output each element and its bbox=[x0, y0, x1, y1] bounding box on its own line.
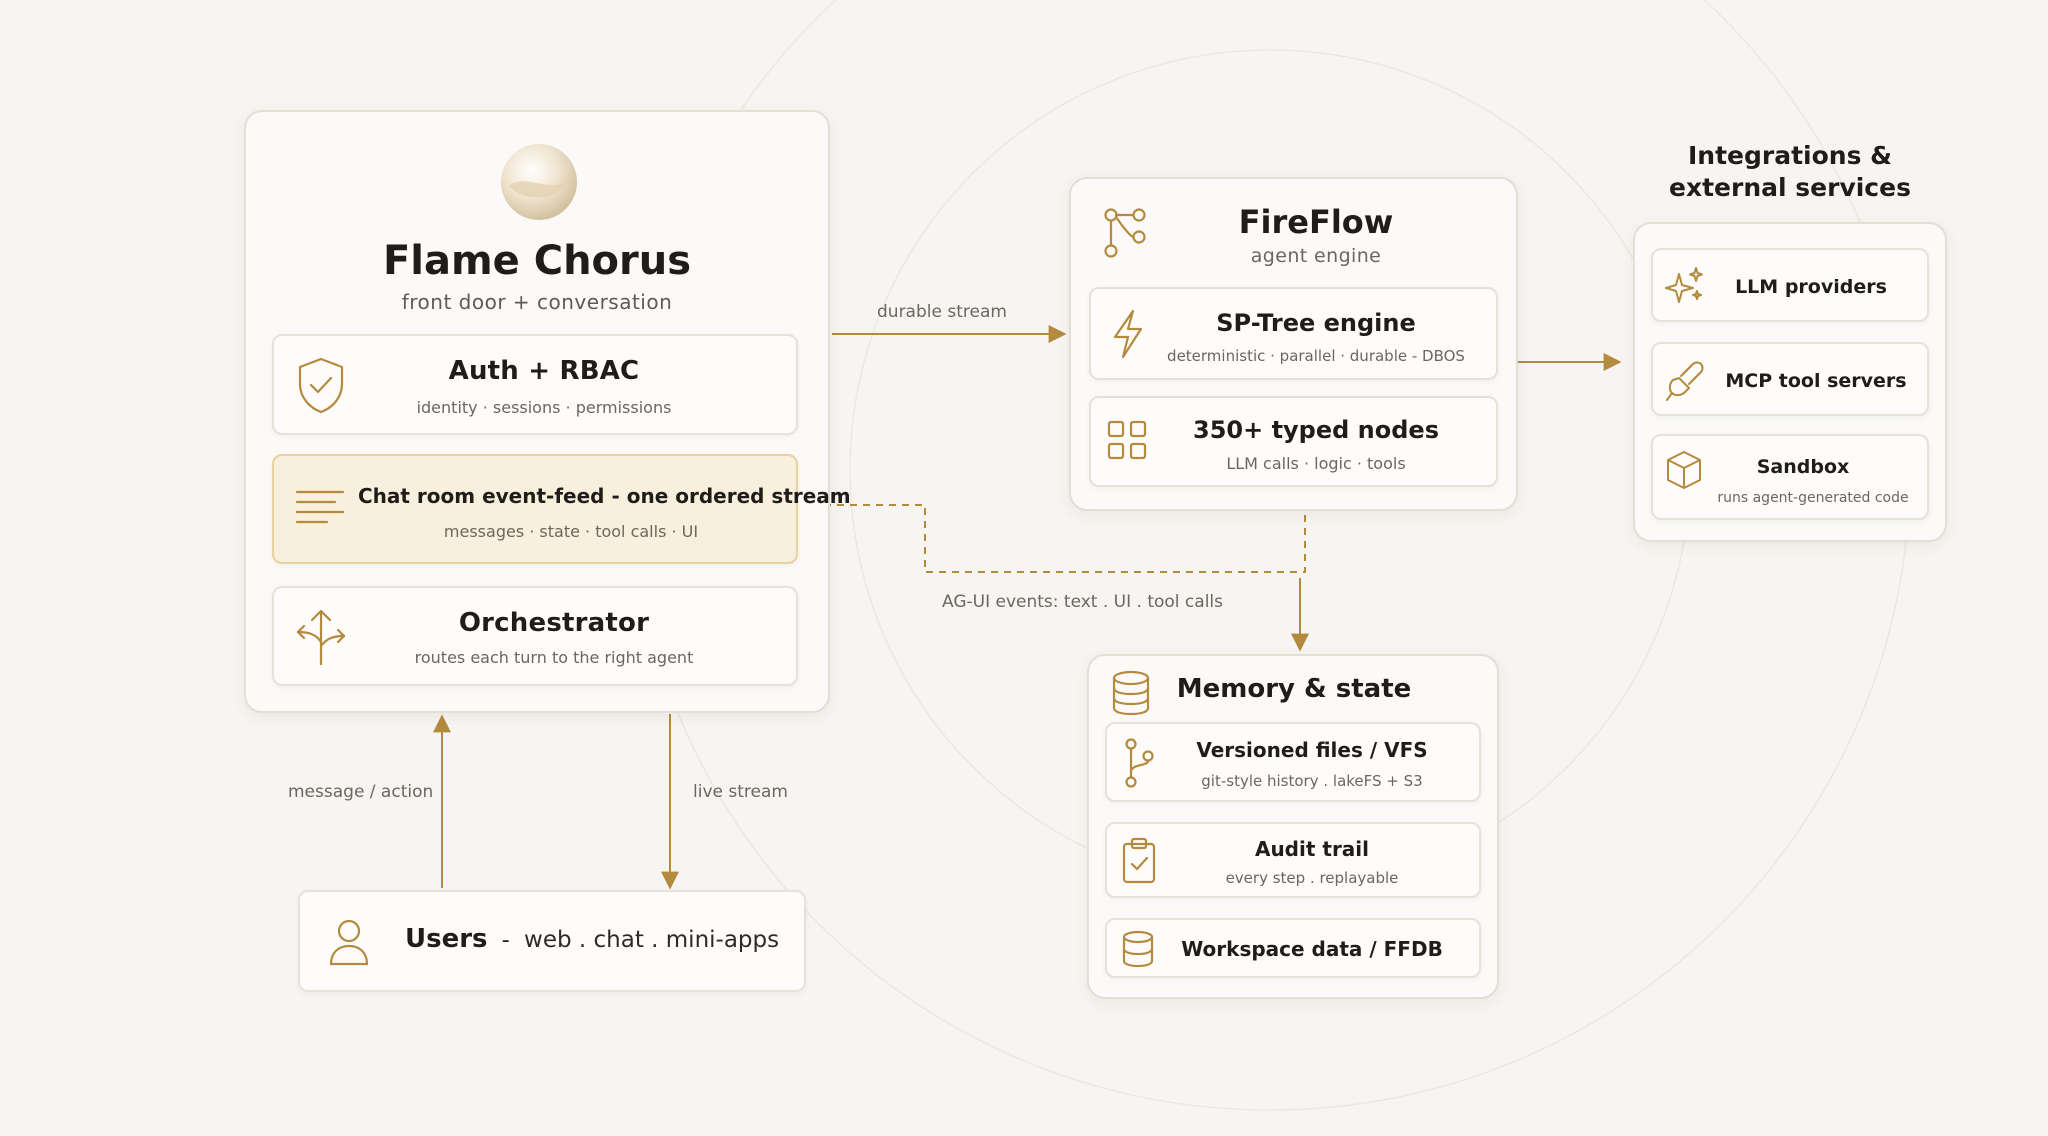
memory-state-title: Memory & state bbox=[1176, 674, 1412, 704]
integrations-heading-line1: Integrations & bbox=[1688, 141, 1892, 170]
event-feed-card[interactable]: Chat room event-feed - one ordered strea… bbox=[272, 454, 851, 564]
orb-logo bbox=[499, 142, 579, 222]
vfs-subtitle: git-style history . lakeFS + S3 bbox=[1201, 772, 1423, 790]
typed-nodes-card[interactable]: 350+ typed nodes LLM calls · logic · too… bbox=[1089, 396, 1498, 487]
user-icon bbox=[328, 918, 370, 966]
database-icon bbox=[1121, 930, 1155, 968]
agui-events-label: AG-UI events: text . UI . tool calls bbox=[942, 592, 1223, 612]
fireflow-title: FireFlow bbox=[1238, 203, 1394, 241]
users-label: Users - web . chat . mini-apps bbox=[405, 924, 779, 954]
users-detail: web . chat . mini-apps bbox=[524, 927, 780, 953]
lightning-icon bbox=[1111, 309, 1145, 359]
auth-rbac-subtitle: identity · sessions · permissions bbox=[416, 398, 672, 417]
llm-providers-label: LLM providers bbox=[1735, 276, 1887, 298]
sparkles-icon bbox=[1665, 266, 1705, 306]
audit-trail-subtitle: every step . replayable bbox=[1225, 869, 1399, 887]
workspace-data-card[interactable]: Workspace data / FFDB bbox=[1105, 918, 1481, 978]
orchestrator-subtitle: routes each turn to the right agent bbox=[414, 648, 694, 667]
message-action-label: message / action bbox=[288, 782, 434, 802]
llm-providers-card[interactable]: LLM providers bbox=[1651, 248, 1929, 322]
durable-stream-label: durable stream bbox=[877, 302, 1007, 322]
sandbox-card[interactable]: Sandbox runs agent-generated code bbox=[1651, 434, 1929, 520]
fireflow-subtitle: agent engine bbox=[1250, 245, 1382, 267]
sp-tree-title: SP-Tree engine bbox=[1216, 309, 1416, 337]
flame-chorus-subtitle: front door + conversation bbox=[401, 290, 673, 314]
auth-rbac-card[interactable]: Auth + RBAC identity · sessions · permis… bbox=[272, 334, 798, 435]
plug-icon bbox=[1665, 360, 1705, 402]
vfs-title: Versioned files / VFS bbox=[1196, 738, 1428, 762]
audit-trail-title: Audit trail bbox=[1254, 837, 1370, 861]
memory-state-panel: Memory & state Versioned files / VFS git… bbox=[1087, 654, 1499, 999]
vfs-card[interactable]: Versioned files / VFS git-style history … bbox=[1105, 722, 1481, 802]
flame-chorus-panel: Flame Chorus front door + conversation A… bbox=[244, 110, 851, 713]
database-icon bbox=[1111, 670, 1151, 716]
lines-icon bbox=[294, 486, 346, 528]
share-nodes-icon bbox=[1103, 207, 1147, 259]
sp-tree-subtitle: deterministic · parallel · durable - DBO… bbox=[1167, 347, 1465, 365]
workspace-data-title: Workspace data / FFDB bbox=[1181, 937, 1443, 961]
users-title: Users bbox=[405, 924, 488, 954]
typed-nodes-subtitle: LLM calls · logic · tools bbox=[1226, 454, 1406, 473]
audit-trail-card[interactable]: Audit trail every step . replayable bbox=[1105, 822, 1481, 898]
git-branch-icon bbox=[1123, 738, 1155, 788]
mcp-servers-card[interactable]: MCP tool servers bbox=[1651, 342, 1929, 416]
auth-rbac-title: Auth + RBAC bbox=[448, 356, 640, 386]
grid-icon bbox=[1107, 420, 1147, 460]
integrations-heading-line2: external services bbox=[1669, 173, 1911, 202]
integrations-panel: LLM providers MCP tool servers Sandbox r… bbox=[1633, 222, 1947, 542]
orchestrator-title: Orchestrator bbox=[458, 608, 650, 638]
mcp-servers-label: MCP tool servers bbox=[1725, 370, 1907, 392]
split-arrows-icon bbox=[294, 608, 348, 666]
typed-nodes-title: 350+ typed nodes bbox=[1193, 416, 1439, 444]
users-card[interactable]: Users - web . chat . mini-apps bbox=[298, 890, 806, 992]
integrations-heading: Integrations & external services bbox=[1630, 140, 1950, 204]
shield-check-icon bbox=[296, 356, 346, 414]
sandbox-title: Sandbox bbox=[1756, 456, 1850, 478]
flame-chorus-title: Flame Chorus bbox=[382, 238, 692, 284]
event-feed-subtitle: messages · state · tool calls · UI bbox=[443, 522, 699, 541]
clipboard-check-icon bbox=[1121, 836, 1157, 886]
sandbox-subtitle: runs agent-generated code bbox=[1717, 490, 1909, 506]
live-stream-label: live stream bbox=[693, 782, 788, 802]
sp-tree-card[interactable]: SP-Tree engine deterministic · parallel … bbox=[1089, 287, 1498, 380]
orchestrator-card[interactable]: Orchestrator routes each turn to the rig… bbox=[272, 586, 798, 686]
users-separator: - bbox=[501, 928, 510, 953]
event-feed-title: Chat room event-feed - one ordered strea… bbox=[358, 484, 851, 508]
fireflow-panel: FireFlow agent engine SP-Tree engine det… bbox=[1069, 177, 1518, 511]
agui-events-arrow bbox=[800, 496, 1306, 573]
